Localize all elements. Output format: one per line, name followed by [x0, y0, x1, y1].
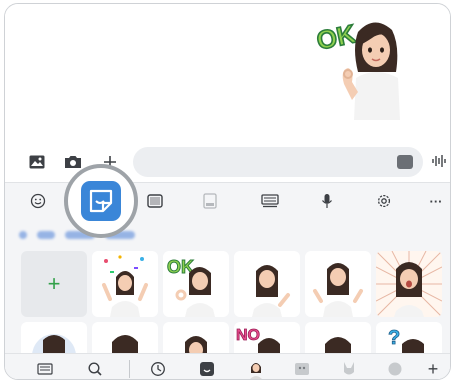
keyboard-icon[interactable]	[259, 191, 281, 211]
sticker-tile[interactable]	[234, 251, 300, 317]
animal-sticker-icon[interactable]	[339, 359, 359, 379]
more-icon[interactable]: ···	[425, 191, 447, 211]
sticker-icon[interactable]	[397, 155, 413, 169]
phone-screen: OK ··· + OK NO ? +	[4, 3, 451, 380]
sticker-tile[interactable]	[92, 251, 158, 317]
question-sticker-text: ?	[388, 327, 400, 349]
sent-ar-emoji-sticker[interactable]: OK	[314, 12, 414, 124]
image-icon[interactable]	[27, 152, 47, 172]
filter-chip[interactable]	[37, 231, 55, 239]
smiley-icon[interactable]	[27, 191, 49, 211]
message-input[interactable]	[133, 147, 423, 177]
gear-icon[interactable]	[373, 191, 395, 211]
conversation-area: OK	[5, 4, 450, 142]
add-sticker-pack-button[interactable]: +	[423, 359, 443, 379]
search-icon[interactable]	[85, 359, 105, 379]
sticker-tile[interactable]	[305, 251, 371, 317]
keyboard-icon[interactable]	[35, 359, 55, 379]
recent-clock-icon[interactable]	[148, 359, 168, 379]
ar-emoji-avatar-icon[interactable]	[246, 359, 266, 379]
ok-sticker-text: OK	[314, 18, 359, 55]
sticker-category-bar: +	[5, 353, 450, 379]
divider	[129, 360, 130, 378]
sticker-pack-icon[interactable]	[197, 359, 217, 379]
sticker-tile[interactable]	[376, 251, 442, 317]
no-sticker-text: NO	[236, 327, 260, 344]
filter-chip-dot[interactable]	[19, 231, 27, 239]
face-sticker-icon[interactable]	[385, 359, 405, 379]
add-sticker-button[interactable]: +	[21, 251, 87, 317]
character-sticker-icon[interactable]	[292, 359, 312, 379]
gif-icon[interactable]	[199, 191, 221, 211]
sticker-button-highlight[interactable]	[64, 164, 138, 238]
sticker-icon	[81, 181, 121, 221]
mic-icon[interactable]	[316, 191, 338, 211]
square-icon[interactable]	[144, 191, 166, 211]
compose-bar	[5, 144, 450, 180]
sticker-tile[interactable]: OK	[163, 251, 229, 317]
voice-waveform-icon[interactable]	[431, 153, 447, 174]
